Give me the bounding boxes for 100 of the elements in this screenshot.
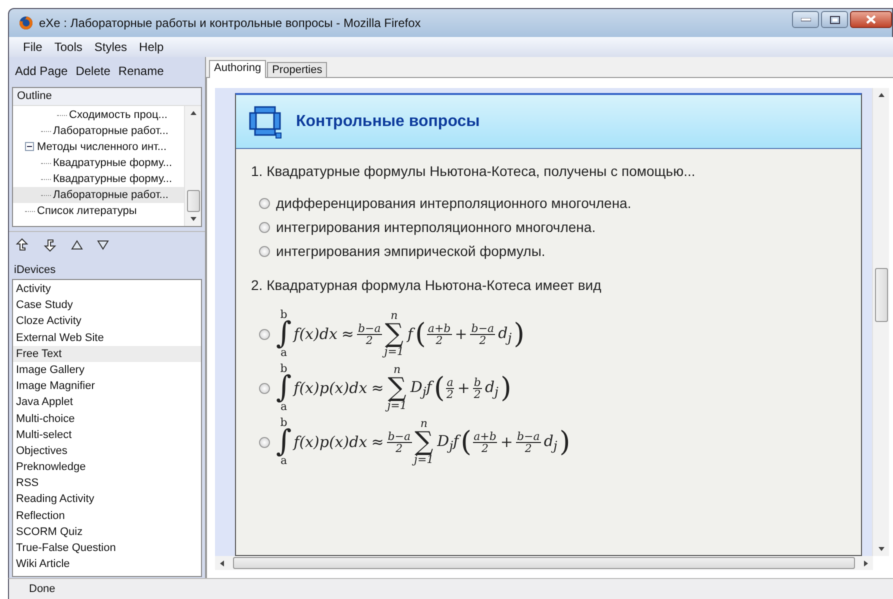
answer-option: дифференцирования интерполяционного многочлена. — [276, 195, 632, 211]
parenthesis: ( — [414, 320, 426, 348]
idevice-item[interactable]: Image Gallery — [13, 362, 201, 378]
radio-button[interactable] — [259, 436, 270, 448]
triangle-up-icon[interactable] — [71, 240, 83, 250]
parenthesis: ( — [434, 374, 445, 402]
integral-sign: b ∫ a — [276, 309, 292, 359]
idevice-item[interactable]: Wiki Article — [13, 556, 201, 572]
math-text: f(x)p(x)dx — [294, 433, 368, 451]
menu-item[interactable]: Styles — [94, 40, 128, 54]
question-text: 1. Квадратурные формулы Ньютона-Котеса, получены с помощью... — [251, 163, 696, 179]
outline-item[interactable]: Сходимость проц... — [13, 107, 184, 123]
math-text: f(x)dx — [294, 325, 338, 343]
math-text: ≈ — [341, 325, 354, 343]
idevice-item[interactable]: External Web Site — [13, 330, 201, 346]
scroll-thumb[interactable] — [233, 557, 855, 569]
outline-item[interactable]: Методы численного инт... — [13, 139, 184, 155]
outline-item[interactable]: Список литературы — [13, 203, 184, 219]
fraction: a+b 2 — [472, 430, 498, 454]
close-icon — [866, 15, 876, 24]
parenthesis: ) — [500, 374, 512, 402]
radio-button[interactable] — [259, 222, 270, 232]
math-text: D$_{j}$f — [410, 378, 432, 398]
summation-sign: n ∑ j=1 — [382, 310, 405, 358]
math-text: + — [454, 325, 468, 343]
radio-button[interactable] — [259, 246, 270, 256]
toolbar-button[interactable]: Add Page — [15, 64, 68, 78]
idevice-item[interactable]: RSS — [13, 475, 201, 492]
math-text: f — [407, 325, 413, 343]
collapse-toggle-icon[interactable] — [25, 142, 35, 152]
idevice-item[interactable]: Cloze Activity — [13, 313, 201, 330]
scrollbar[interactable] — [215, 556, 873, 570]
idevice-item[interactable]: Java Applet — [13, 394, 201, 410]
maximize-button[interactable] — [821, 11, 848, 28]
parenthesis: ) — [559, 428, 570, 456]
idevice-item[interactable]: True-False Question — [13, 540, 201, 556]
menu-item[interactable]: File — [23, 40, 42, 54]
summation-sign: n ∑ j=1 — [412, 418, 435, 466]
idevice-title: Контрольные вопросы — [296, 112, 480, 130]
integral-sign: b ∫ a — [276, 363, 292, 413]
toolbar-button[interactable]: Rename — [118, 64, 164, 78]
outline-item[interactable]: Лабораторные работ... — [13, 123, 184, 139]
math-text: d$_{j}$ — [498, 324, 512, 344]
tab[interactable]: Authoring — [209, 60, 266, 78]
parenthesis: ( — [460, 428, 472, 456]
window-title: eXe : Лабораторные работы и контрольные вопросы - Mozilla Firefox — [39, 16, 421, 30]
scroll-thumb[interactable] — [186, 190, 200, 212]
status-text: Done — [29, 583, 56, 595]
menu-item[interactable]: Tools — [54, 40, 82, 54]
minimize-button[interactable] — [792, 11, 819, 28]
tab[interactable]: Properties — [267, 62, 328, 77]
idevice-icon — [248, 104, 284, 138]
idevice-item[interactable]: Preknowledge — [13, 459, 201, 476]
fraction: a 2 — [446, 376, 454, 400]
math-text: d$_{j}$ — [484, 378, 498, 398]
idevice-item[interactable]: Image Magnifier — [13, 378, 201, 394]
math-text: + — [500, 433, 513, 451]
arrow-down-icon[interactable] — [43, 238, 57, 252]
answer-option: интегрирования интерполяционного многочлена. — [276, 219, 596, 235]
answer-option: интегрирования эмпирической формулы. — [276, 243, 546, 259]
idevice-item[interactable]: Free Text — [13, 346, 201, 362]
fraction: b−a 2 — [386, 430, 412, 454]
fraction: a+b 2 — [426, 322, 452, 346]
triangle-down-icon[interactable] — [97, 240, 109, 250]
math-text: ≈ — [371, 433, 384, 451]
math-text: ≈ — [371, 379, 384, 397]
scrollbar[interactable] — [872, 88, 889, 556]
firefox-logo-icon — [19, 16, 33, 30]
math-text: d$_{j}$ — [544, 432, 558, 452]
radio-button[interactable] — [259, 198, 270, 208]
parenthesis: ) — [514, 320, 525, 348]
idevice-item[interactable]: Activity — [13, 281, 201, 298]
idevice-item[interactable]: Multi-choice — [13, 410, 201, 427]
idevice-item[interactable]: Case Study — [13, 297, 201, 314]
idevice-item[interactable]: SCORM Quiz — [13, 524, 201, 540]
math-text: D$_{j}$f — [437, 432, 459, 452]
maximize-icon — [830, 16, 840, 24]
fraction: b−a 2 — [470, 322, 496, 346]
toolbar-button[interactable]: Delete — [76, 64, 110, 78]
radio-button[interactable] — [259, 382, 270, 394]
idevice-item[interactable]: Reflection — [13, 508, 201, 524]
fraction: b−a 2 — [516, 430, 541, 454]
scrollbar[interactable] — [184, 106, 201, 226]
idevice-item[interactable]: Objectives — [13, 442, 201, 460]
question-text: 2. Квадратурная формула Ньютона-Котеса имеет вид — [251, 277, 602, 293]
idevice-item[interactable]: Multi-select — [13, 426, 201, 443]
fraction: b 2 — [472, 376, 482, 400]
idevice-item[interactable]: Reading Activity — [13, 491, 201, 508]
radio-button[interactable] — [259, 328, 270, 340]
outline-item[interactable]: Лабораторные работ... — [13, 187, 184, 203]
outline-item[interactable]: Квадратурные форму... — [13, 171, 184, 187]
outline-item[interactable]: Квадратурные форму... — [13, 155, 184, 171]
arrow-up-icon[interactable] — [15, 238, 29, 252]
minimize-icon — [800, 18, 810, 22]
panel-header: Outline — [13, 88, 201, 106]
math-text: f(x)p(x)dx — [294, 379, 368, 397]
close-button[interactable] — [850, 11, 892, 28]
menu-item[interactable]: Help — [139, 40, 164, 54]
scroll-thumb[interactable] — [874, 268, 888, 322]
math-text: + — [457, 379, 470, 397]
